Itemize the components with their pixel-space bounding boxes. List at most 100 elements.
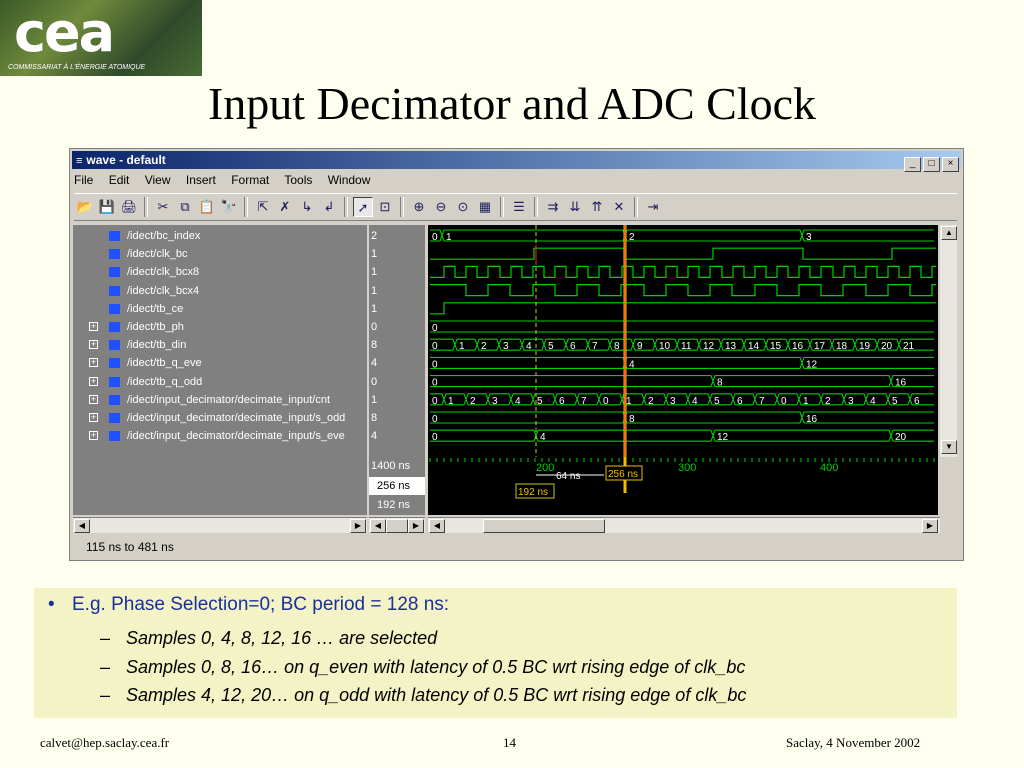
- minimize-button[interactable]: _: [904, 157, 921, 172]
- footer-page-number: 14: [503, 735, 516, 750]
- cnt-bus-label: 6: [559, 396, 565, 407]
- signal-value: 1: [371, 284, 378, 297]
- menu-format[interactable]: Format: [231, 173, 269, 187]
- value-hscrollbar[interactable]: ◀ ▶: [369, 517, 425, 533]
- signal-row[interactable]: + /idect/tb_din: [73, 336, 367, 354]
- name-hscrollbar[interactable]: ◀ ▶: [73, 517, 367, 533]
- expand-icon[interactable]: +: [89, 413, 98, 422]
- toolbar-separator: [534, 197, 538, 217]
- slide-title: Input Decimator and ADC Clock: [207, 78, 817, 129]
- s-odd-bus-label: 8: [629, 414, 635, 425]
- find-icon[interactable]: 🔭: [219, 197, 239, 217]
- copy-icon[interactable]: ⧉: [175, 197, 195, 217]
- edit-icon[interactable]: ☰: [509, 197, 529, 217]
- find-edge-icon[interactable]: ⇉: [543, 197, 563, 217]
- zoom-out-icon[interactable]: ⊖: [431, 197, 451, 217]
- value-scroll-right[interactable]: ▶: [408, 519, 424, 533]
- signal-row[interactable]: /idect/clk_bcx8: [73, 263, 367, 281]
- cursor-table: 1400 ns 256 ns 192 ns: [369, 457, 425, 515]
- wave-scroll-left[interactable]: ◀: [429, 519, 445, 533]
- value-scroll-left[interactable]: ◀: [370, 519, 386, 533]
- expand-icon[interactable]: +: [89, 431, 98, 441]
- delete-icon[interactable]: ✗: [275, 197, 295, 217]
- cnt-bus-label: 2: [648, 396, 654, 407]
- zoom-full-icon[interactable]: ⊙: [453, 197, 473, 217]
- print-icon[interactable]: 🖨: [119, 197, 139, 217]
- window-titlebar[interactable]: ≡ wave - default _ □ ×: [72, 151, 961, 172]
- wave-hscrollbar[interactable]: ◀ ▶: [428, 517, 940, 533]
- menu-view[interactable]: View: [145, 173, 171, 187]
- wave-scroll-right[interactable]: ▶: [922, 519, 938, 533]
- waveform-canvas[interactable]: 0 1 2 300 1 2 3 4 5 6 7 8 9 10 11 12 13 14 15 16 17 18 19 20 210…: [428, 225, 938, 515]
- menu-window[interactable]: Window: [328, 173, 371, 187]
- timeline-label: 400: [820, 462, 838, 474]
- signal-row[interactable]: + /idect/tb_q_eve: [73, 354, 367, 372]
- cnt-bus-label: 5: [714, 396, 720, 407]
- tb-din-bus-label: 9: [637, 341, 643, 352]
- select-icon[interactable]: ⇱: [253, 197, 273, 217]
- scroll-down-button[interactable]: ▼: [941, 440, 957, 454]
- menu-edit[interactable]: Edit: [109, 173, 130, 187]
- zoom-mode-icon[interactable]: ⊡: [375, 197, 395, 217]
- remove-cursor-icon[interactable]: ✕: [609, 197, 629, 217]
- signal-value: 4: [371, 430, 378, 443]
- signal-row[interactable]: /idect/tb_ce: [73, 300, 367, 318]
- clk-bcx8-trace: [430, 265, 936, 278]
- cut-icon[interactable]: ✂: [153, 197, 173, 217]
- signal-row[interactable]: + /idect/tb_ph: [73, 318, 367, 336]
- expand-icon[interactable]: +: [89, 322, 98, 331]
- wave-scroll-thumb[interactable]: [483, 519, 605, 533]
- value-scroll-thumb[interactable]: [386, 519, 408, 533]
- signal-row[interactable]: + /idect/input_decimator/decimate_input/s…: [73, 409, 367, 427]
- menu-tools[interactable]: Tools: [284, 173, 312, 187]
- next-edge-icon[interactable]: ⇊: [565, 197, 585, 217]
- maximize-button[interactable]: □: [923, 157, 940, 172]
- tb-din-bus-label: 0: [432, 341, 438, 352]
- expand-icon[interactable]: ↲: [319, 197, 339, 217]
- insert-icon[interactable]: ↳: [297, 197, 317, 217]
- expand-icon[interactable]: +: [89, 394, 98, 404]
- zoom-area-icon[interactable]: ▦: [475, 197, 495, 217]
- expand-icon[interactable]: +: [89, 340, 98, 350]
- cursor-1-time[interactable]: 256 ns: [369, 477, 425, 495]
- signal-name: /idect/bc_index: [127, 230, 201, 242]
- signal-value: 8: [371, 339, 378, 352]
- signal-icon: [109, 394, 120, 405]
- name-scroll-left[interactable]: ◀: [74, 519, 90, 533]
- scroll-up-button[interactable]: ▲: [941, 226, 957, 240]
- waveform-pane[interactable]: 0 1 2 3 0 0 1 2 3 4 5 6 7 8 9 10 11 12 13 14 15 16 17 18 19 20 21 0…: [428, 225, 938, 515]
- signal-row[interactable]: + /idect/input_decimator/decimate_input/c…: [73, 391, 367, 409]
- signal-value: 4: [371, 357, 378, 370]
- sub-bullet-dash: –: [100, 628, 111, 648]
- vertical-scrollbar[interactable]: ▲ ▼: [940, 225, 957, 457]
- signal-row[interactable]: /idect/bc_index: [73, 227, 367, 245]
- cursor-2-time[interactable]: 192 ns: [369, 496, 425, 514]
- add-cursor-icon[interactable]: ⇥: [643, 197, 663, 217]
- open-icon[interactable]: 📂: [75, 197, 95, 217]
- paste-icon[interactable]: 📋: [197, 197, 217, 217]
- signal-value: 8: [371, 412, 378, 424]
- close-button[interactable]: ×: [942, 157, 959, 172]
- logo-subtitle: COMMISSARIAT À L'ÉNERGIE ATOMIQUE: [8, 64, 146, 71]
- zoom-in-icon[interactable]: ⊕: [409, 197, 429, 217]
- signal-row[interactable]: + /idect/tb_q_odd: [73, 373, 367, 391]
- menu-insert[interactable]: Insert: [186, 173, 216, 187]
- s-eve-bus-label: 20: [895, 432, 907, 443]
- tb-q-odd-bus-label: 0: [432, 378, 438, 389]
- save-icon[interactable]: 💾: [97, 197, 117, 217]
- timeline-label: 300: [678, 462, 696, 474]
- signal-row[interactable]: /idect/clk_bcx4: [73, 282, 367, 300]
- cnt-bus-label: 4: [515, 396, 521, 407]
- tb-din-bus-label: 4: [526, 341, 532, 352]
- expand-icon[interactable]: +: [89, 358, 98, 368]
- signal-row[interactable]: + /idect/input_decimator/decimate_input/s…: [73, 427, 367, 445]
- expand-icon[interactable]: +: [89, 376, 98, 386]
- tb-q-odd-bus-label: 8: [717, 378, 723, 389]
- menu-file[interactable]: File: [74, 173, 93, 187]
- signal-row[interactable]: /idect/clk_bc: [73, 245, 367, 263]
- prev-edge-icon[interactable]: ⇈: [587, 197, 607, 217]
- pointer-icon[interactable]: ➚: [353, 197, 373, 217]
- tb-din-bus-label: 18: [836, 341, 848, 352]
- name-scroll-right[interactable]: ▶: [350, 519, 366, 533]
- bc-index-bus-label: 3: [806, 232, 812, 243]
